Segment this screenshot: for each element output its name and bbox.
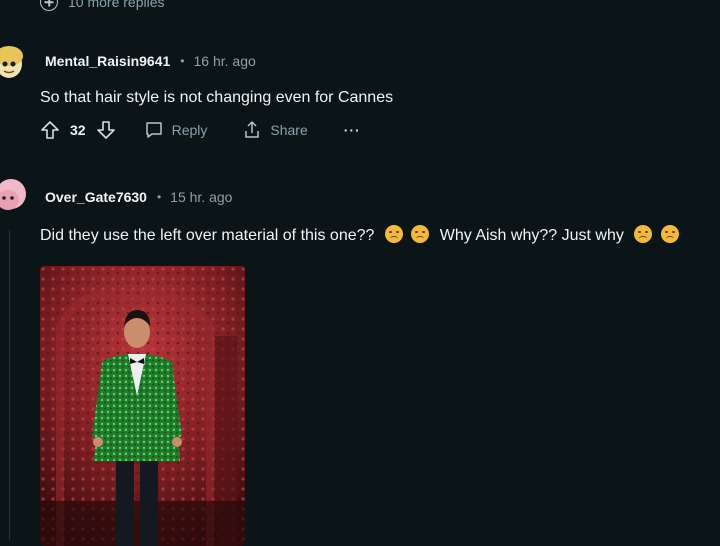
worried-face-emoji-icon [411,225,430,243]
snoo-avatar-icon [0,46,23,78]
share-label: Share [270,122,308,138]
share-button[interactable]: Share [242,120,308,140]
avatar[interactable] [0,44,26,80]
username-link[interactable]: Over_Gate7630 [45,189,147,205]
username-link[interactable]: Mental_Raisin9641 [45,53,170,69]
comment-text-part2: Why Aish why?? Just why [439,227,624,244]
reply-button[interactable]: Reply [144,120,208,140]
photo-man-green-suit [40,266,245,546]
reply-label: Reply [171,122,208,138]
timestamp[interactable]: 16 hr. ago [194,53,256,69]
comment-image[interactable] [40,266,245,546]
more-replies-button[interactable]: 10 more replies [40,0,165,12]
comment-meta: Over_Gate7630 • 15 hr. ago [45,189,232,205]
separator-dot: • [180,54,185,68]
worried-face-emoji-icon [634,225,653,243]
downvote-icon[interactable] [96,120,116,140]
share-icon [245,121,260,138]
worried-face-emoji-icon [384,225,403,243]
vote-score: 32 [70,122,86,138]
more-replies-label: 10 more replies [68,0,165,10]
worried-face-emoji-icon [660,225,679,243]
avatar[interactable] [0,176,30,218]
comment-actions: 32 Reply Share ··· [40,120,361,140]
snoo-avatar-icon [0,179,26,210]
comment-text: So that hair style is not changing even … [40,89,394,106]
plus-circle-icon [40,0,58,11]
comment-meta: Mental_Raisin9641 • 16 hr. ago [45,53,256,69]
more-options-button[interactable]: ··· [344,122,361,138]
thread-line [9,230,10,540]
separator-dot: • [156,190,162,204]
comment-text: Did they use the left over material of t… [40,225,681,245]
timestamp[interactable]: 15 hr. ago [170,189,232,205]
upvote-icon[interactable] [40,120,60,140]
comment-bubble-icon [145,122,162,138]
comment-text-part1: Did they use the left over material of t… [40,227,375,244]
